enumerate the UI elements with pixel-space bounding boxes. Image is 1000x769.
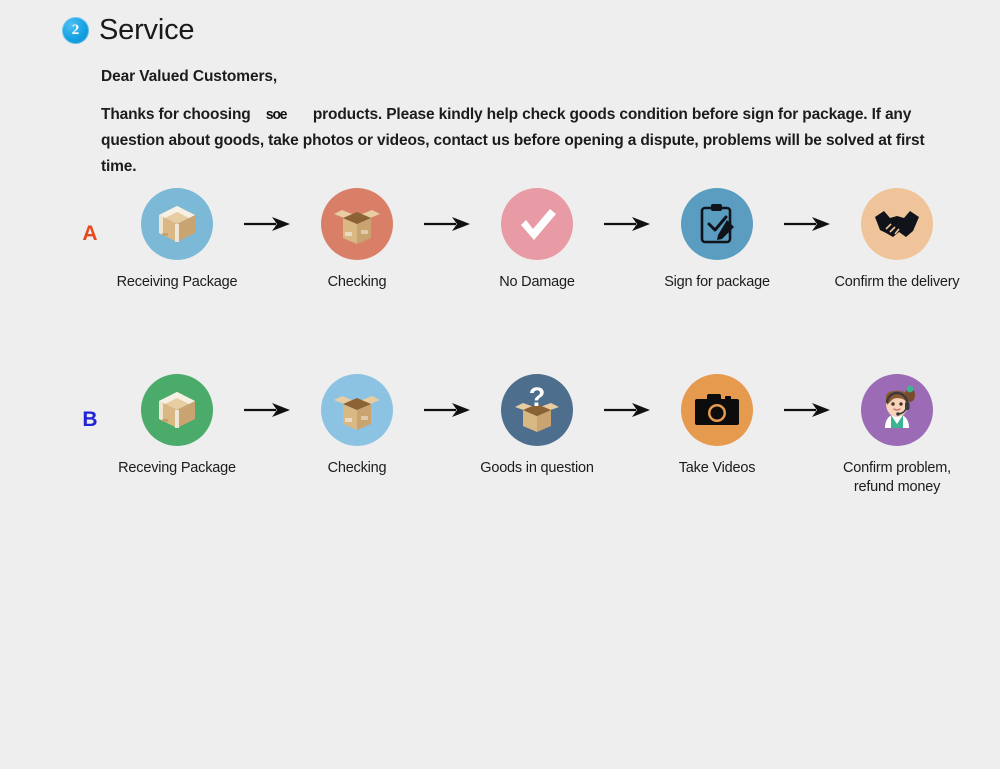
- step-sign-for-package-a: Sign for package: [658, 188, 776, 292]
- step-confirm-delivery-a: Confirm the delivery: [835, 188, 960, 292]
- step-label: Receiving Package: [116, 274, 238, 290]
- step-label: Checking: [327, 460, 387, 476]
- step-goods-in-question-b: ? Goods in question: [478, 374, 596, 478]
- step-label: Checking: [327, 274, 387, 290]
- flow-arrow-icon: [416, 374, 478, 446]
- support-agent-icon: [861, 374, 933, 446]
- flow-row-b: Receving Package Checking ? Goods in que…: [0, 374, 1000, 497]
- step-label: Confirm the delivery: [834, 274, 960, 290]
- step-take-videos-b: Take Videos: [658, 374, 776, 478]
- flow-arrow-icon: [236, 374, 298, 446]
- flow-arrow-icon: [416, 188, 478, 260]
- open-box-icon: [321, 374, 393, 446]
- step-receiving-package-b: Receving Package: [118, 374, 236, 478]
- flow-arrow-icon: [776, 188, 838, 260]
- section-number-badge: 2: [62, 17, 89, 44]
- step-no-damage-a: No Damage: [478, 188, 596, 292]
- svg-text:?: ?: [529, 384, 546, 412]
- service-page: 2 Service Dear Valued Customers, Thanks …: [0, 0, 1000, 769]
- step-receiving-package-a: Receiving Package: [116, 188, 238, 292]
- step-label: Take Videos: [678, 460, 756, 476]
- closed-package-icon: [141, 188, 213, 260]
- intro-text-block: Dear Valued Customers, Thanks for choosi…: [101, 68, 951, 180]
- step-label: Receving Package: [118, 460, 236, 476]
- step-confirm-problem-b: Confirm problem, refund money: [838, 374, 956, 497]
- step-label: No Damage: [499, 274, 575, 290]
- step-label: Confirm problem, refund money: [843, 460, 951, 495]
- flow-arrow-icon: [776, 374, 838, 446]
- step-checking-a: Checking: [298, 188, 416, 292]
- camera-icon: [681, 374, 753, 446]
- intro-line1-suffix: products. Please kindly help check goods…: [312, 106, 868, 123]
- step-label: Sign for package: [664, 274, 770, 290]
- question-box-icon: ?: [501, 374, 573, 446]
- step-label: Goods in question: [480, 460, 594, 476]
- flow-arrow-icon: [236, 188, 298, 260]
- open-box-icon: [321, 188, 393, 260]
- flow-a-steps: Receiving Package Checking No Damage Sig…: [116, 188, 960, 292]
- page-header: 2 Service: [62, 14, 195, 47]
- handshake-icon: [861, 188, 933, 260]
- contact-panel: Happy? Not Happy?: [0, 548, 1000, 769]
- greeting-line: Dear Valued Customers,: [101, 68, 278, 85]
- check-mark-icon: [501, 188, 573, 260]
- intro-line1-prefix: Thanks for choosing: [101, 106, 251, 123]
- step-checking-b: Checking: [298, 374, 416, 478]
- flow-arrow-icon: [596, 374, 658, 446]
- page-title: Service: [99, 14, 195, 46]
- closed-package-icon: [141, 374, 213, 446]
- brand-logo: soe: [265, 106, 287, 123]
- flow-arrow-icon: [596, 188, 658, 260]
- flow-row-a: Receiving Package Checking No Damage Sig…: [0, 188, 1000, 292]
- flow-b-steps: Receving Package Checking ? Goods in que…: [118, 374, 956, 497]
- intro-body: Thanks for choosing soe products. Please k…: [101, 102, 951, 180]
- clipboard-sign-icon: [681, 188, 753, 260]
